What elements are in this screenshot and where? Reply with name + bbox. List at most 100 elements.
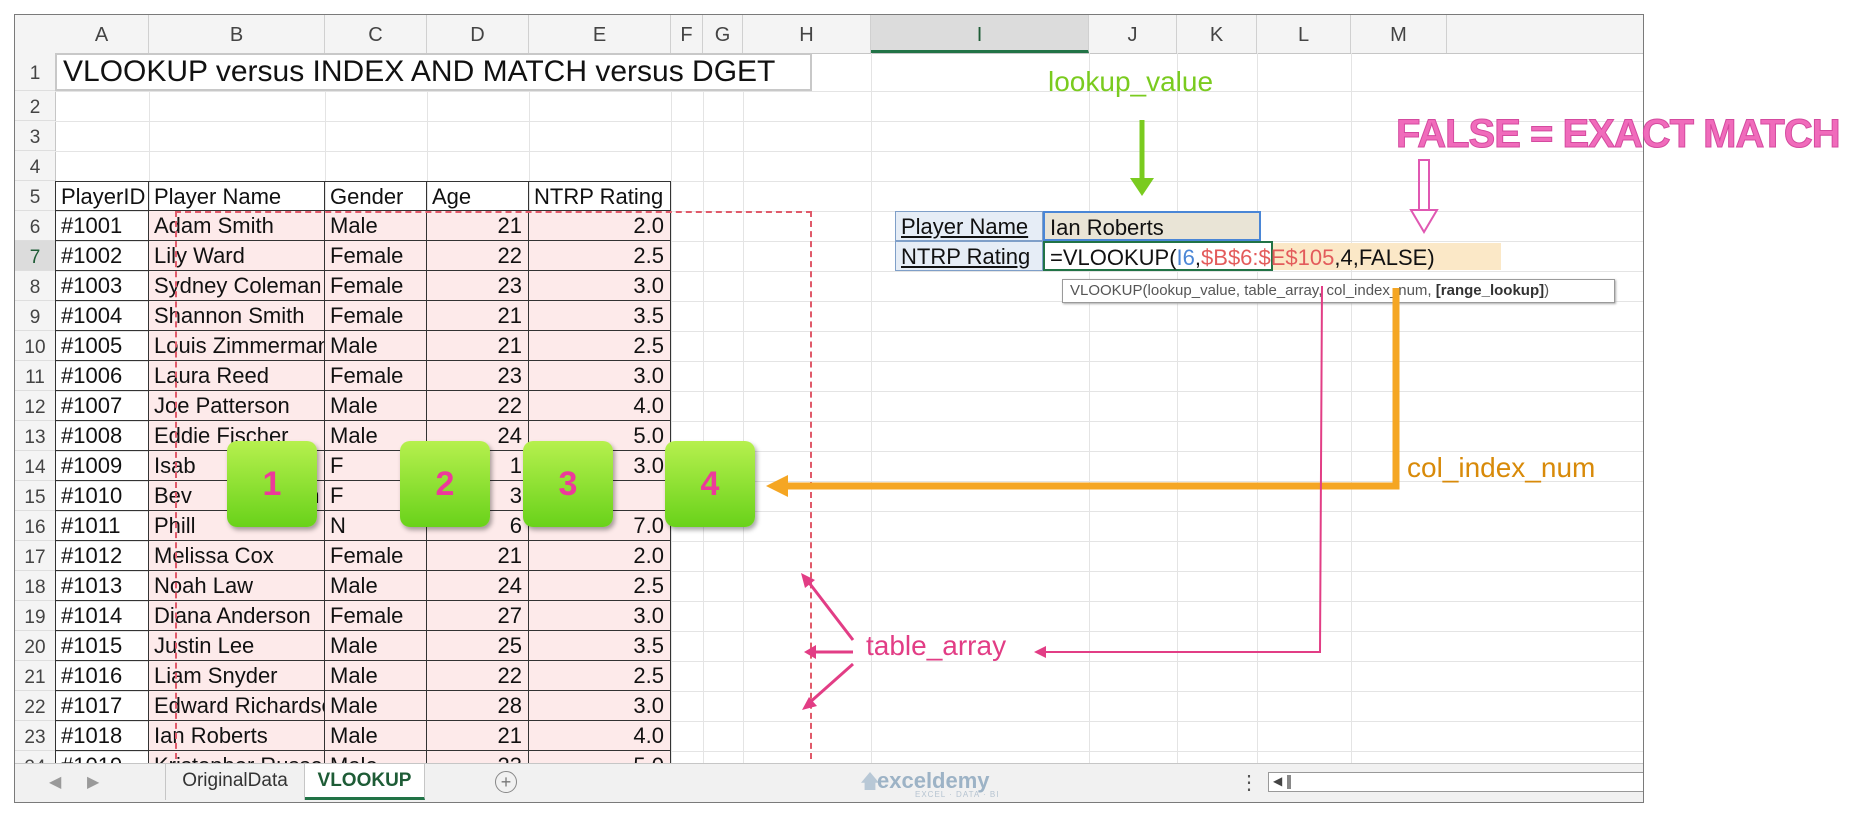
table-cell[interactable]: 5.0 [529, 751, 671, 763]
table-cell[interactable]: Louis Zimmerman [149, 331, 325, 361]
table-cell[interactable]: #1007 [55, 391, 149, 421]
row-header[interactable]: 7 [15, 241, 55, 271]
table-cell[interactable]: Liam Snyder [149, 661, 325, 691]
column-header-c[interactable]: C [325, 15, 427, 53]
table-cell[interactable]: 2.0 [529, 211, 671, 241]
table-cell[interactable]: Male [325, 691, 427, 721]
table-cell[interactable]: Adam Smith [149, 211, 325, 241]
table-cell[interactable]: 2.5 [529, 331, 671, 361]
table-cell[interactable]: Female [325, 541, 427, 571]
row-header[interactable]: 12 [15, 391, 55, 421]
table-cell[interactable]: #1003 [55, 271, 149, 301]
table-cell[interactable]: Diana Anderson [149, 601, 325, 631]
table-cell[interactable]: #1009 [55, 451, 149, 481]
table-cell[interactable]: Female [325, 241, 427, 271]
table-cell[interactable]: 3.5 [529, 301, 671, 331]
table-cell[interactable]: 2.5 [529, 571, 671, 601]
table-cell[interactable]: Male [325, 631, 427, 661]
row-header[interactable]: 17 [15, 541, 55, 571]
horizontal-scrollbar[interactable]: ◀ [1268, 772, 1643, 792]
table-cell[interactable]: Female [325, 601, 427, 631]
table-cell[interactable]: #1005 [55, 331, 149, 361]
prev-sheet-icon[interactable]: ◀ [49, 772, 61, 792]
table-cell[interactable]: Joe Patterson [149, 391, 325, 421]
table-cell[interactable]: Female [325, 361, 427, 391]
table-cell[interactable]: #1002 [55, 241, 149, 271]
table-cell[interactable]: #1001 [55, 211, 149, 241]
table-cell[interactable]: Female [325, 271, 427, 301]
table-cell[interactable]: 21 [427, 331, 529, 361]
table-cell[interactable]: Male [325, 661, 427, 691]
row-header[interactable]: 1 [15, 53, 55, 91]
row-header[interactable]: 11 [15, 361, 55, 391]
table-cell[interactable]: 25 [427, 631, 529, 661]
row-header[interactable]: 5 [15, 181, 55, 211]
column-header-k[interactable]: K [1177, 15, 1257, 53]
column-header-g[interactable]: G [703, 15, 743, 53]
table-cell[interactable]: #1012 [55, 541, 149, 571]
table-cell[interactable]: Male [325, 211, 427, 241]
tab-vlookup[interactable]: VLOOKUP [305, 764, 425, 800]
table-cell[interactable]: 2.0 [529, 541, 671, 571]
more-options-icon[interactable]: ⋮ [1239, 770, 1259, 795]
table-cell[interactable]: #1016 [55, 661, 149, 691]
table-header-cell[interactable]: Gender [325, 181, 427, 211]
table-cell[interactable]: Ian Roberts [149, 721, 325, 751]
row-header[interactable]: 23 [15, 721, 55, 751]
table-cell[interactable]: Noah Law [149, 571, 325, 601]
table-cell[interactable]: 3.0 [529, 361, 671, 391]
table-cell[interactable]: Male [325, 751, 427, 763]
table-cell[interactable]: 22 [427, 241, 529, 271]
row-header[interactable]: 4 [15, 151, 55, 181]
table-cell[interactable]: 2.5 [529, 661, 671, 691]
table-cell[interactable]: Kristopher Russell [149, 751, 325, 763]
scroll-thumb[interactable] [1287, 775, 1291, 789]
table-cell[interactable]: Lily Ward [149, 241, 325, 271]
table-cell[interactable]: #1019 [55, 751, 149, 763]
column-header-b[interactable]: B [149, 15, 325, 53]
column-header-f[interactable]: F [671, 15, 703, 53]
table-cell[interactable]: 23 [427, 361, 529, 391]
row-header[interactable]: 19 [15, 601, 55, 631]
table-cell[interactable]: 23 [427, 271, 529, 301]
column-header-a[interactable]: A [55, 15, 149, 53]
cell-grid[interactable]: VLOOKUP versus INDEX AND MATCH versus DG… [55, 53, 1643, 763]
table-cell[interactable]: Male [325, 391, 427, 421]
table-cell[interactable]: 23 [427, 751, 529, 763]
table-cell[interactable]: Female [325, 301, 427, 331]
table-header-cell[interactable]: PlayerID [55, 181, 149, 211]
table-cell[interactable]: 4.0 [529, 721, 671, 751]
table-cell[interactable]: Edward Richardson [149, 691, 325, 721]
table-cell[interactable]: #1011 [55, 511, 149, 541]
row-header[interactable]: 22 [15, 691, 55, 721]
table-cell[interactable]: 3.0 [529, 271, 671, 301]
row-header[interactable]: 14 [15, 451, 55, 481]
column-header-j[interactable]: J [1089, 15, 1177, 53]
table-cell[interactable]: 3.0 [529, 601, 671, 631]
row-header[interactable]: 10 [15, 331, 55, 361]
table-cell[interactable]: Melissa Cox [149, 541, 325, 571]
table-cell[interactable]: 3.0 [529, 691, 671, 721]
table-cell[interactable]: 3.5 [529, 631, 671, 661]
column-header-m[interactable]: M [1351, 15, 1447, 53]
table-cell[interactable]: 22 [427, 391, 529, 421]
table-cell[interactable]: #1006 [55, 361, 149, 391]
table-cell[interactable]: #1013 [55, 571, 149, 601]
table-cell[interactable]: Laura Reed [149, 361, 325, 391]
row-header[interactable]: 6 [15, 211, 55, 241]
table-cell[interactable]: Male [325, 571, 427, 601]
table-cell[interactable]: 4.0 [529, 391, 671, 421]
column-header-e[interactable]: E [529, 15, 671, 53]
add-sheet-icon[interactable]: + [495, 771, 517, 793]
table-cell[interactable]: #1018 [55, 721, 149, 751]
table-cell[interactable]: 27 [427, 601, 529, 631]
column-header-h[interactable]: H [743, 15, 871, 53]
row-header[interactable]: 24 [15, 751, 55, 763]
table-cell[interactable]: 2.5 [529, 241, 671, 271]
tab-originaldata[interactable]: OriginalData [165, 764, 305, 800]
formula-cell[interactable]: =VLOOKUP(I6,$B$6:$E$105,4,FALSE) [1043, 241, 1435, 271]
table-header-cell[interactable]: Age [427, 181, 529, 211]
table-cell[interactable]: 24 [427, 571, 529, 601]
table-cell[interactable]: #1017 [55, 691, 149, 721]
table-cell[interactable]: Male [325, 331, 427, 361]
